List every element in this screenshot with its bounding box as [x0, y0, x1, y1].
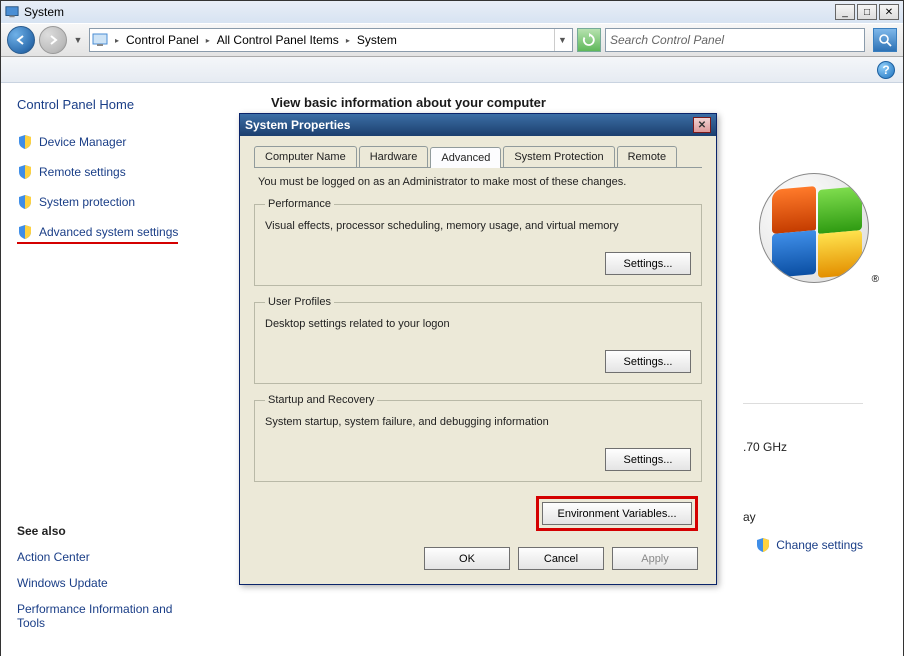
nav-history-dropdown[interactable]: ▼: [71, 28, 85, 52]
back-button[interactable]: [7, 26, 35, 54]
system-properties-dialog: System Properties ✕ Computer Name Hardwa…: [239, 113, 717, 585]
window-title: System: [24, 5, 64, 19]
dialog-close-button[interactable]: ✕: [693, 117, 711, 133]
forward-button[interactable]: [39, 26, 67, 54]
shield-icon: [17, 224, 33, 240]
tab-computer-name[interactable]: Computer Name: [254, 146, 357, 167]
see-also-heading: See also: [17, 524, 235, 538]
change-settings-label: Change settings: [776, 538, 863, 552]
user-profiles-settings-button[interactable]: Settings...: [605, 350, 691, 373]
breadcrumb-seg-0[interactable]: Control Panel: [122, 29, 203, 51]
sidebar-link-label: Remote settings: [39, 165, 126, 179]
sidebar-link-remote-settings[interactable]: Remote settings: [17, 164, 235, 180]
toolbar-strip: ?: [1, 57, 903, 83]
page-heading: View basic information about your comput…: [271, 95, 883, 110]
see-also-section: See also Action Center Windows Update Pe…: [17, 524, 235, 630]
cancel-button[interactable]: Cancel: [518, 547, 604, 570]
performance-desc: Visual effects, processor scheduling, me…: [265, 220, 691, 232]
chevron-right-icon: ▸: [343, 36, 353, 45]
shield-icon: [17, 164, 33, 180]
sidebar-link-label: Advanced system settings: [39, 225, 178, 239]
address-bar[interactable]: ▸ Control Panel ▸ All Control Panel Item…: [89, 28, 573, 52]
text-fragment: ay: [743, 510, 863, 524]
user-profiles-desc: Desktop settings related to your logon: [265, 318, 691, 330]
registered-mark: ®: [872, 274, 879, 285]
dialog-button-row: OK Cancel Apply: [254, 541, 702, 572]
address-dropdown[interactable]: ▼: [554, 29, 570, 51]
sidebar: Control Panel Home Device Manager Remote…: [1, 83, 251, 657]
dialog-titlebar[interactable]: System Properties ✕: [240, 114, 716, 136]
change-settings-link[interactable]: Change settings: [755, 537, 863, 553]
search-button[interactable]: [873, 28, 897, 52]
user-profiles-legend: User Profiles: [265, 296, 334, 308]
apply-button[interactable]: Apply: [612, 547, 698, 570]
help-icon[interactable]: ?: [877, 61, 895, 79]
performance-settings-button[interactable]: Settings...: [605, 252, 691, 275]
partial-info-text: .70 GHz ay: [743, 403, 863, 532]
close-button[interactable]: ✕: [879, 4, 899, 20]
startup-recovery-settings-button[interactable]: Settings...: [605, 448, 691, 471]
shield-icon: [17, 194, 33, 210]
window-buttons: _ □ ✕: [833, 4, 899, 20]
dialog-tabs: Computer Name Hardware Advanced System P…: [254, 146, 702, 168]
system-icon: [5, 5, 19, 19]
environment-variables-highlight: Environment Variables...: [536, 496, 698, 531]
breadcrumb-seg-2[interactable]: System: [353, 29, 401, 51]
tab-remote[interactable]: Remote: [617, 146, 678, 167]
performance-group: Performance Visual effects, processor sc…: [254, 198, 702, 286]
nav-bar: ▼ ▸ Control Panel ▸ All Control Panel It…: [1, 23, 903, 57]
maximize-button[interactable]: □: [857, 4, 877, 20]
admin-note: You must be logged on as an Administrato…: [258, 176, 698, 188]
windows-logo: ®: [759, 173, 869, 283]
performance-legend: Performance: [265, 198, 334, 210]
refresh-button[interactable]: [577, 28, 601, 52]
sidebar-link-label: Device Manager: [39, 135, 126, 149]
see-also-windows-update[interactable]: Windows Update: [17, 576, 235, 590]
startup-recovery-group: Startup and Recovery System startup, sys…: [254, 394, 702, 482]
window-titlebar: System _ □ ✕: [1, 1, 903, 23]
tab-system-protection[interactable]: System Protection: [503, 146, 614, 167]
computer-icon: [92, 32, 108, 48]
tab-advanced[interactable]: Advanced: [430, 147, 501, 168]
dialog-body: Computer Name Hardware Advanced System P…: [240, 136, 716, 584]
startup-recovery-desc: System startup, system failure, and debu…: [265, 416, 691, 428]
see-also-performance-info[interactable]: Performance Information and Tools: [17, 602, 197, 630]
user-profiles-group: User Profiles Desktop settings related t…: [254, 296, 702, 384]
sidebar-link-system-protection[interactable]: System protection: [17, 194, 235, 210]
ok-button[interactable]: OK: [424, 547, 510, 570]
chevron-right-icon: ▸: [112, 36, 122, 45]
chevron-right-icon: ▸: [203, 36, 213, 45]
minimize-button[interactable]: _: [835, 4, 855, 20]
breadcrumb-seg-1[interactable]: All Control Panel Items: [213, 29, 343, 51]
startup-recovery-legend: Startup and Recovery: [265, 394, 377, 406]
search-input[interactable]: Search Control Panel: [605, 28, 865, 52]
sidebar-link-advanced-system-settings[interactable]: Advanced system settings: [17, 224, 178, 244]
sidebar-link-label: System protection: [39, 195, 135, 209]
dialog-title: System Properties: [245, 118, 350, 132]
sidebar-link-device-manager[interactable]: Device Manager: [17, 134, 235, 150]
tab-hardware[interactable]: Hardware: [359, 146, 429, 167]
environment-variables-button[interactable]: Environment Variables...: [542, 502, 692, 525]
shield-icon: [17, 134, 33, 150]
see-also-action-center[interactable]: Action Center: [17, 550, 235, 564]
search-placeholder: Search Control Panel: [610, 33, 860, 47]
control-panel-home-link[interactable]: Control Panel Home: [17, 97, 235, 112]
cpu-ghz-fragment: .70 GHz: [743, 440, 863, 454]
shield-icon: [755, 537, 771, 553]
